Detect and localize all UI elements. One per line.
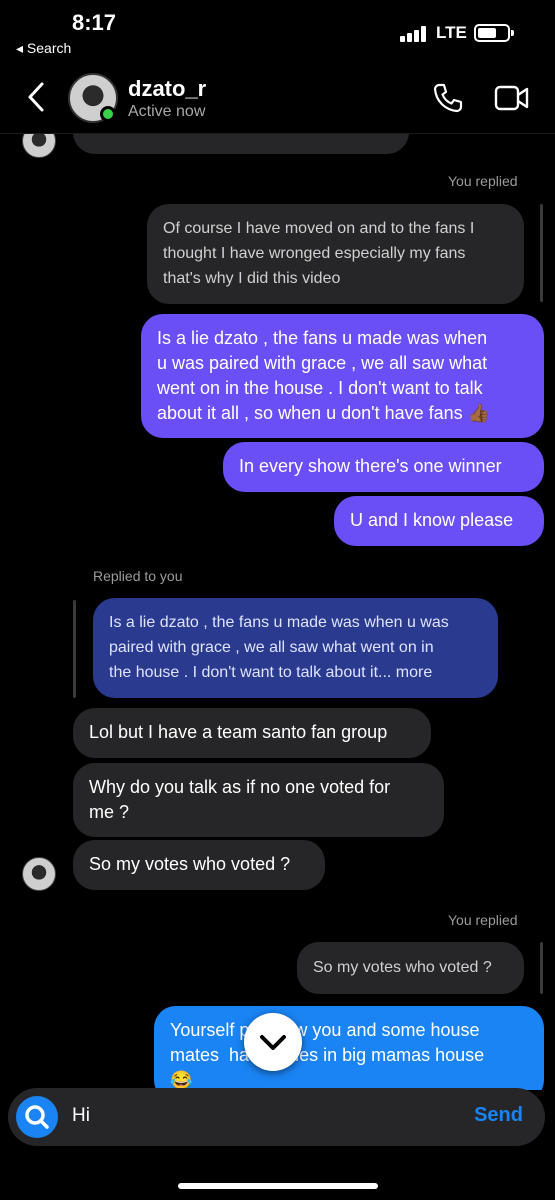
signal-icon <box>400 26 428 42</box>
chat-header: dzato_r Active now <box>0 62 555 134</box>
network-label: LTE <box>436 23 467 42</box>
message-line: Yourself p now you and some house <box>170 1020 480 1040</box>
reply-line <box>540 204 543 302</box>
reply-label: You replied <box>448 173 518 189</box>
home-indicator <box>178 1183 378 1189</box>
quoted-line: thought I have wronged especially my fan… <box>163 245 466 262</box>
message-composer: Hi Send <box>8 1088 545 1146</box>
message-line: Why do you talk as if no one voted for <box>89 777 391 797</box>
clock: 8:17 <box>72 10 117 35</box>
quoted-line: Is a lie dzato , the fans u made was whe… <box>109 614 449 631</box>
sender-avatar <box>22 134 56 158</box>
search-icon <box>25 1105 49 1129</box>
message-line: 😂 <box>170 1070 193 1090</box>
reply-line <box>73 600 76 698</box>
battery-icon <box>474 24 510 42</box>
message-bubble-partial[interactable] <box>73 134 409 154</box>
back-to-search-link[interactable]: ◂ Search <box>16 40 71 57</box>
quoted-line: paired with grace , we all saw what went… <box>109 639 434 656</box>
contact-status: Active now <box>128 103 206 120</box>
quoted-message[interactable]: Of course I have moved on and to the fan… <box>147 204 524 304</box>
sent-message[interactable]: In every show there's one winner <box>223 442 544 492</box>
send-button[interactable]: Send <box>474 1104 523 1127</box>
video-call-icon[interactable] <box>494 84 530 112</box>
message-line: U and I know please <box>350 510 514 530</box>
message-line: Is a lie dzato , the fans u made was whe… <box>157 328 488 348</box>
message-line: In every show there's one winner <box>239 456 502 476</box>
replied-label: Replied to you <box>93 568 183 584</box>
message-line: So my votes who voted ? <box>89 854 291 874</box>
received-message[interactable]: So my votes who voted ? <box>73 840 325 890</box>
message-input[interactable]: Hi <box>72 1105 90 1127</box>
message-list[interactable]: You replied Of course I have moved on an… <box>0 134 555 1090</box>
battery-tip <box>511 30 514 36</box>
received-message[interactable]: Why do you talk as if no one voted for m… <box>73 763 444 837</box>
sender-avatar <box>22 857 56 891</box>
quoted-line: that's why I did this video <box>163 270 341 287</box>
received-message[interactable]: Lol but I have a team santo fan group <box>73 708 431 758</box>
quoted-line: the house . I don't want to talk about i… <box>109 664 433 681</box>
sent-message[interactable]: Yourself p now you and some house mates … <box>154 1006 544 1090</box>
search-camera-button[interactable] <box>16 1096 58 1138</box>
message-line: went on in the house . I don't want to t… <box>157 378 483 398</box>
phone-icon[interactable] <box>432 82 464 114</box>
status-bar: 8:17 ◂ Search LTE <box>0 0 555 62</box>
quoted-line: Of course I have moved on and to the fan… <box>163 220 475 237</box>
message-line: me ? <box>89 802 130 822</box>
quoted-message[interactable]: Is a lie dzato , the fans u made was whe… <box>93 598 498 698</box>
message-line: Lol but I have a team santo fan group <box>89 722 388 742</box>
sent-message[interactable]: U and I know please <box>334 496 544 546</box>
message-line: mates ha ones in big mamas house <box>170 1045 485 1065</box>
reply-line <box>540 942 543 994</box>
online-indicator <box>100 106 116 122</box>
reply-label: You replied <box>448 912 518 928</box>
chevron-down-icon <box>260 1035 286 1050</box>
quoted-line: So my votes who voted ? <box>313 959 492 976</box>
message-line: u was paired with grace , we all saw wha… <box>157 353 488 373</box>
sent-message[interactable]: Is a lie dzato , the fans u made was whe… <box>141 314 544 438</box>
message-line: about it all , so when u don't have fans… <box>157 403 491 423</box>
contact-name[interactable]: dzato_r <box>128 76 206 102</box>
back-icon[interactable] <box>22 80 50 114</box>
scroll-to-bottom-button[interactable] <box>244 1013 302 1071</box>
quoted-message[interactable]: So my votes who voted ? <box>297 942 524 994</box>
